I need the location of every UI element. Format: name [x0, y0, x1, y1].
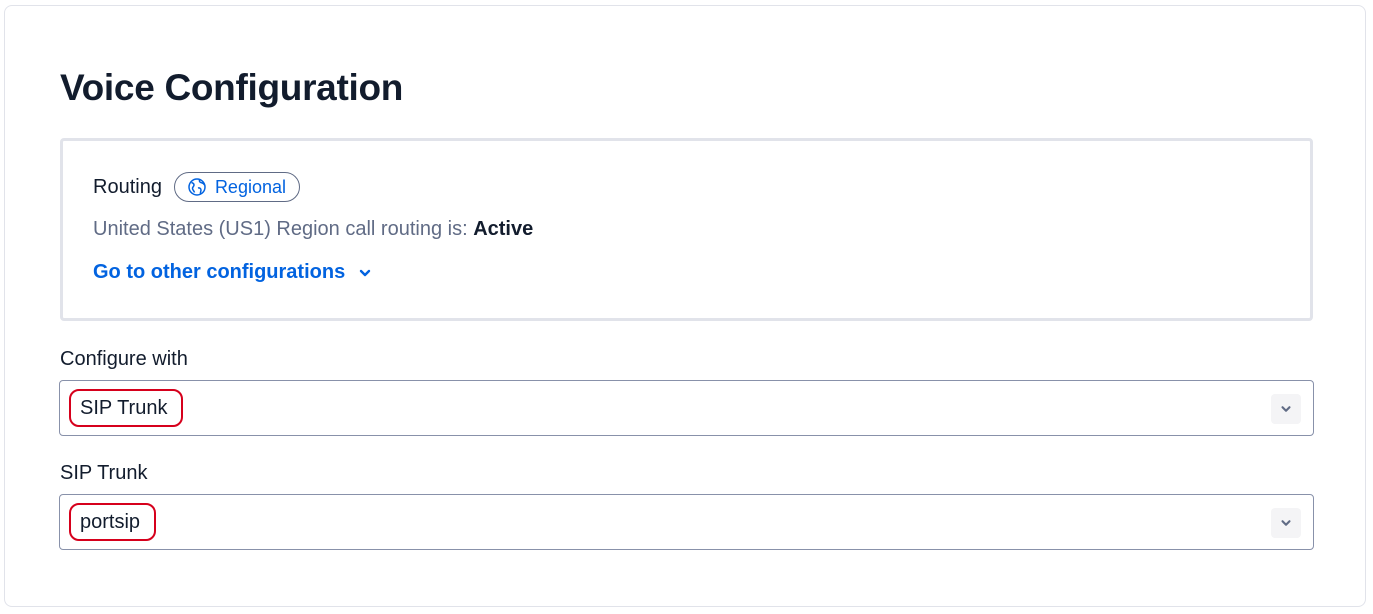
sip-trunk-select[interactable]: portsip: [59, 494, 1314, 550]
page-title: Voice Configuration: [60, 67, 404, 108]
sip-trunk-label: SIP Trunk: [60, 462, 148, 484]
configure-with-select[interactable]: SIP Trunk: [59, 380, 1314, 436]
configure-with-dropdown-button[interactable]: [1271, 394, 1301, 424]
sip-trunk-dropdown-button[interactable]: [1271, 508, 1301, 538]
chevron-down-icon: [1281, 520, 1291, 526]
configure-with-label: Configure with: [60, 348, 188, 370]
configure-with-highlight: SIP Trunk: [69, 389, 184, 427]
sip-trunk-highlight: portsip: [69, 503, 157, 541]
routing-status-text: United States (US1) Region call routing …: [93, 218, 474, 240]
sip-trunk-value: portsip: [80, 510, 141, 533]
other-configurations-link[interactable]: Go to other configurations: [93, 261, 373, 284]
routing-status-value: Active: [473, 218, 534, 240]
routing-status-line: United States (US1) Region call routing …: [93, 218, 533, 241]
regional-badge-label: Regional: [214, 176, 286, 197]
globe-icon: [188, 178, 206, 196]
chevron-down-icon: [1281, 406, 1291, 412]
routing-label: Routing: [93, 175, 162, 198]
chevron-down-icon: [360, 269, 371, 276]
routing-panel: Routing Regional United States (US1) Reg…: [60, 138, 1313, 321]
routing-header: Routing Regional: [93, 171, 300, 203]
regional-badge: Regional: [173, 172, 300, 202]
configure-with-value: SIP Trunk: [80, 396, 168, 419]
other-configurations-label: Go to other configurations: [93, 261, 346, 283]
voice-configuration-card: Voice Configuration Routing Regional Uni…: [4, 5, 1366, 607]
